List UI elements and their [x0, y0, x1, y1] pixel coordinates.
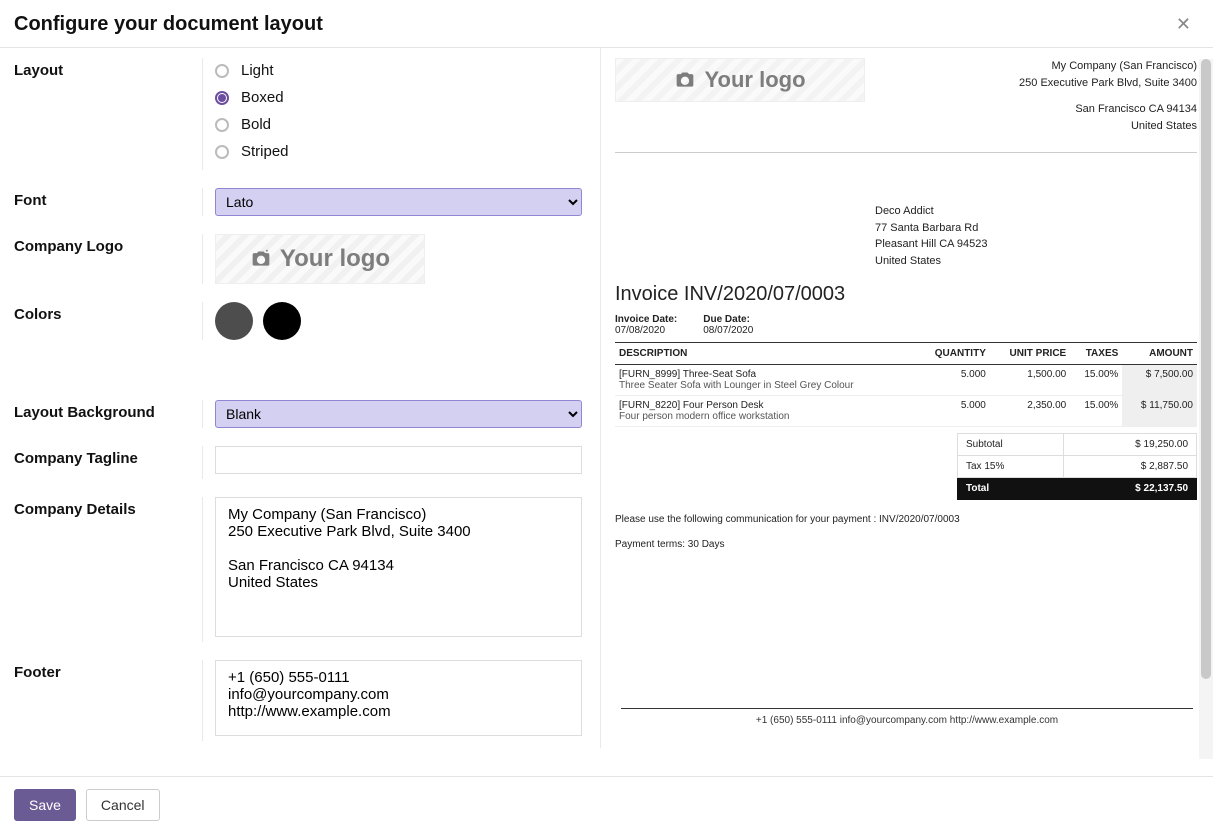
subtotal-label: Subtotal — [958, 434, 1064, 456]
partner-line: Deco Addict — [875, 203, 1197, 220]
table-row: [FURN_8999] Three-Seat SofaThree Seater … — [615, 365, 1197, 396]
line-taxes: 15.00% — [1070, 365, 1122, 396]
due-date-label: Due Date: — [703, 314, 750, 325]
footer-input[interactable]: +1 (650) 555-0111 info@yourcompany.com h… — [215, 660, 582, 736]
label-layout-bg: Layout Background — [14, 400, 202, 428]
close-icon[interactable]: ✕ — [1168, 12, 1199, 37]
line-amount: $ 7,500.00 — [1122, 365, 1197, 396]
invoice-date-value: 07/08/2020 — [615, 325, 665, 336]
company-details-input[interactable]: My Company (San Francisco) 250 Executive… — [215, 497, 582, 637]
configure-layout-dialog: Configure your document layout ✕ Layout … — [0, 0, 1213, 839]
table-row: [FURN_8220] Four Person DeskFour person … — [615, 396, 1197, 427]
company-line: San Francisco CA 94134 — [1019, 101, 1197, 118]
col-description: DESCRIPTION — [615, 343, 916, 365]
line-desc: [FURN_8220] Four Person Desk — [619, 400, 764, 411]
label-colors: Colors — [14, 302, 202, 340]
partner-line: United States — [875, 253, 1197, 270]
radio-icon — [215, 145, 229, 159]
dialog-title: Configure your document layout — [14, 13, 323, 36]
tax-value: $ 2,887.50 — [1063, 456, 1196, 478]
preview-footer: +1 (650) 555-0111 info@yourcompany.com h… — [621, 708, 1193, 726]
invoice-title: Invoice INV/2020/07/0003 — [615, 283, 1197, 306]
line-taxes: 15.00% — [1070, 396, 1122, 427]
company-line: 250 Executive Park Blvd, Suite 3400 — [1019, 75, 1197, 92]
radio-icon — [215, 118, 229, 132]
color-swatch-2[interactable] — [263, 302, 301, 340]
label-font: Font — [14, 188, 202, 216]
preview-company-address: My Company (San Francisco) 250 Executive… — [1019, 58, 1197, 134]
line-subdesc: Three Seater Sofa with Lounger in Steel … — [619, 380, 854, 391]
camera-icon — [250, 249, 272, 269]
layout-option-boxed[interactable]: Boxed — [215, 89, 582, 106]
col-taxes: TAXES — [1070, 343, 1122, 365]
company-line: United States — [1019, 118, 1197, 135]
invoice-totals: Subtotal$ 19,250.00 Tax 15%$ 2,887.50 To… — [957, 433, 1197, 500]
font-select[interactable]: Lato — [215, 188, 582, 216]
dialog-footer: Save Cancel — [0, 776, 1213, 839]
tagline-input[interactable] — [215, 446, 582, 474]
radio-icon — [215, 91, 229, 105]
form-column: Layout Light Boxed Bold — [0, 48, 600, 748]
col-amount: AMOUNT — [1122, 343, 1197, 365]
tax-label: Tax 15% — [958, 456, 1064, 478]
scrollbar-thumb[interactable] — [1201, 59, 1211, 679]
label-footer: Footer — [14, 660, 202, 741]
layout-option-light[interactable]: Light — [215, 62, 582, 79]
camera-icon — [674, 70, 696, 90]
line-qty: 5.000 — [916, 396, 989, 427]
save-button[interactable]: Save — [14, 789, 76, 821]
layout-option-label: Boxed — [241, 89, 284, 106]
payment-communication: Please use the following communication f… — [615, 514, 1197, 525]
line-qty: 5.000 — [916, 365, 989, 396]
total-label: Total — [958, 478, 1064, 500]
payment-terms: Payment terms: 30 Days — [615, 539, 1197, 550]
label-layout: Layout — [14, 58, 202, 170]
label-details: Company Details — [14, 497, 202, 642]
layout-bg-select[interactable]: Blank — [215, 400, 582, 428]
preview-partner-address: Deco Addict 77 Santa Barbara Rd Pleasant… — [875, 203, 1197, 269]
line-amount: $ 11,750.00 — [1122, 396, 1197, 427]
invoice-date-label: Invoice Date: — [615, 314, 677, 325]
line-subdesc: Four person modern office workstation — [619, 411, 789, 422]
line-unitp: 1,500.00 — [990, 365, 1070, 396]
invoice-lines-table: DESCRIPTION QUANTITY UNIT PRICE TAXES AM… — [615, 342, 1197, 427]
cancel-button[interactable]: Cancel — [86, 789, 160, 821]
company-line: My Company (San Francisco) — [1019, 58, 1197, 75]
line-unitp: 2,350.00 — [990, 396, 1070, 427]
dialog-body: Layout Light Boxed Bold — [0, 48, 1213, 748]
preview-logo-text: Your logo — [704, 67, 805, 93]
scrollbar[interactable] — [1199, 59, 1213, 759]
line-desc: [FURN_8999] Three-Seat Sofa — [619, 369, 756, 380]
partner-line: Pleasant Hill CA 94523 — [875, 236, 1197, 253]
layout-option-striped[interactable]: Striped — [215, 143, 582, 160]
col-quantity: QUANTITY — [916, 343, 989, 365]
partner-line: 77 Santa Barbara Rd — [875, 220, 1197, 237]
logo-placeholder-text: Your logo — [280, 245, 390, 273]
layout-option-label: Bold — [241, 116, 271, 133]
dialog-header: Configure your document layout ✕ — [0, 0, 1213, 47]
layout-option-bold[interactable]: Bold — [215, 116, 582, 133]
preview-footer-text: +1 (650) 555-0111 info@yourcompany.com h… — [756, 715, 1058, 726]
invoice-dates: Invoice Date: 07/08/2020 Due Date: 08/07… — [615, 314, 1197, 336]
layout-option-label: Striped — [241, 143, 289, 160]
due-date-value: 08/07/2020 — [703, 325, 753, 336]
layout-option-label: Light — [241, 62, 274, 79]
label-tagline: Company Tagline — [14, 446, 202, 479]
radio-icon — [215, 64, 229, 78]
logo-upload[interactable]: Your logo — [215, 234, 425, 284]
total-value: $ 22,137.50 — [1063, 478, 1196, 500]
label-company-logo: Company Logo — [14, 234, 202, 284]
preview-pane: Your logo My Company (San Francisco) 250… — [600, 48, 1213, 748]
col-unit-price: UNIT PRICE — [990, 343, 1070, 365]
color-swatch-1[interactable] — [215, 302, 253, 340]
subtotal-value: $ 19,250.00 — [1063, 434, 1196, 456]
preview-logo: Your logo — [615, 58, 865, 102]
